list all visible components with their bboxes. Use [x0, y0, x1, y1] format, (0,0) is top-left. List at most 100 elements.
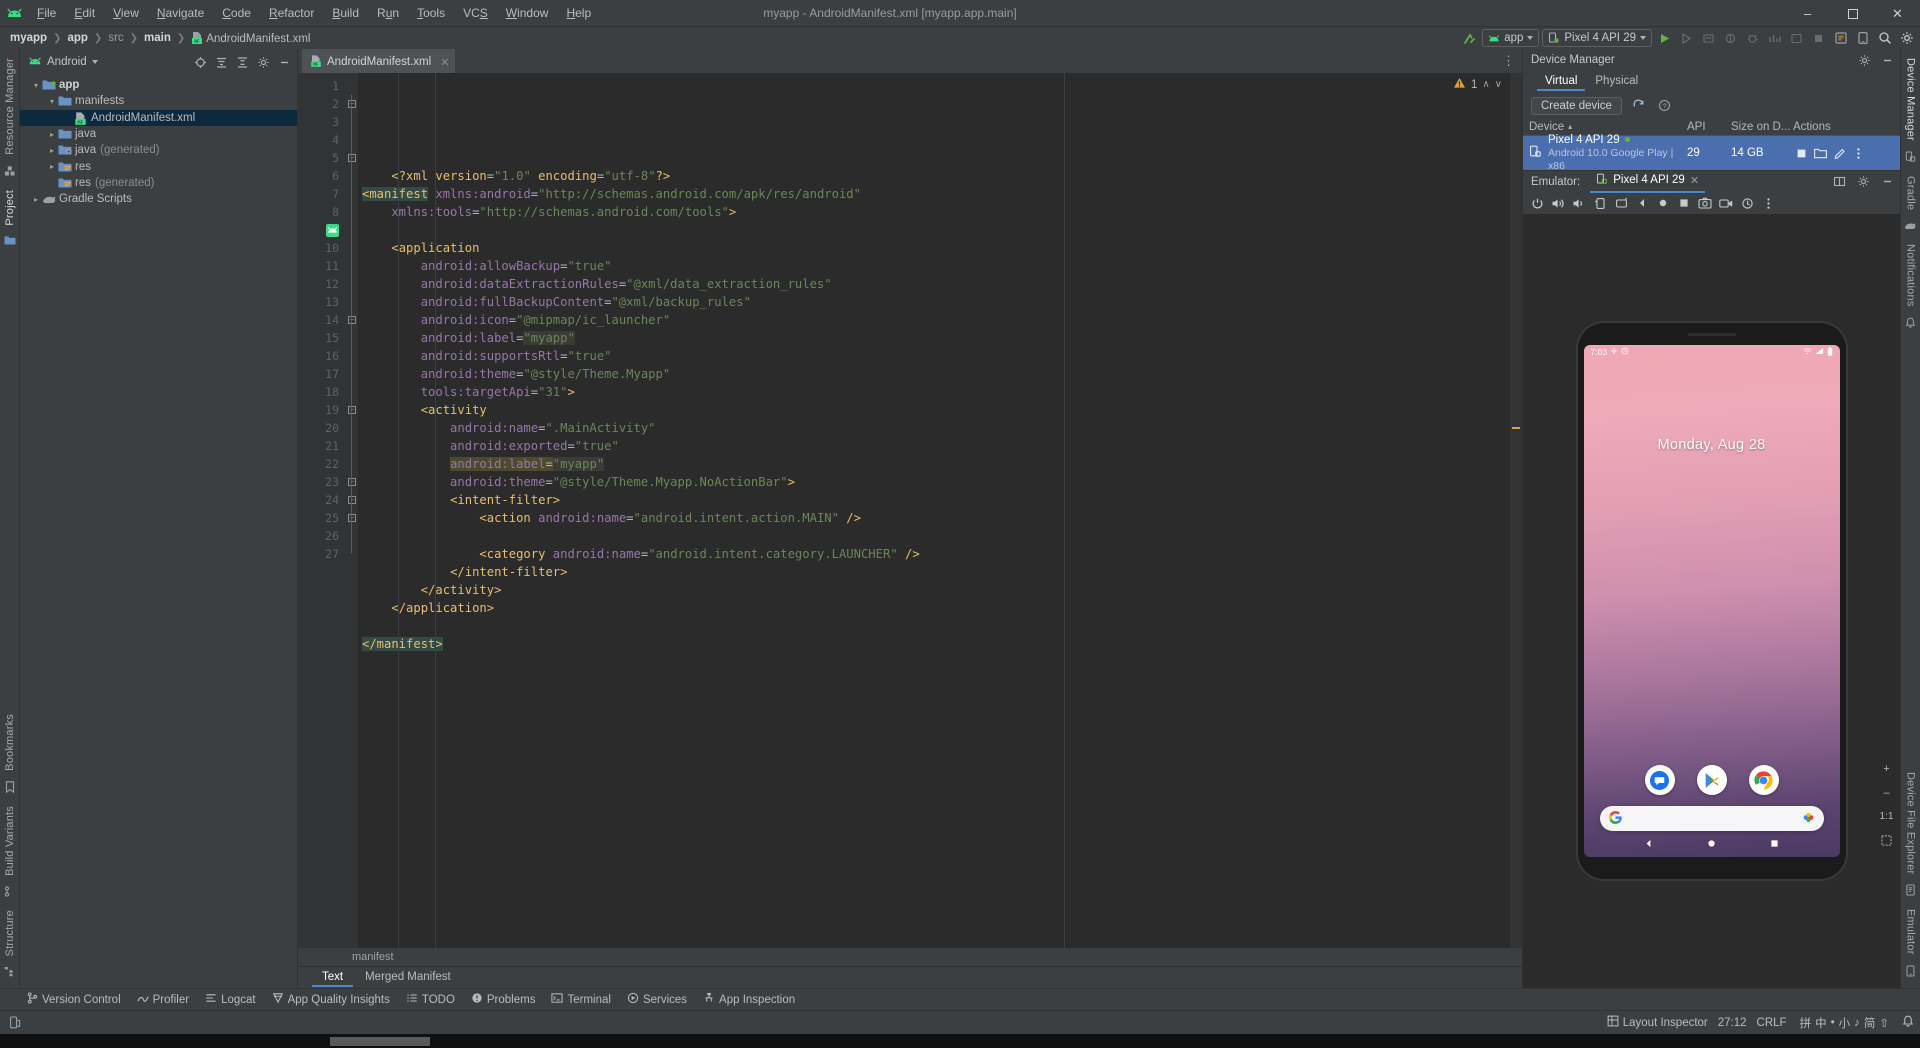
search-everywhere-icon[interactable] — [1875, 29, 1894, 48]
tab-virtual[interactable]: Virtual — [1537, 73, 1585, 91]
home-nav-icon[interactable] — [1706, 838, 1717, 852]
more-icon[interactable] — [1850, 145, 1867, 162]
chevron-right-icon[interactable]: ▸ — [46, 130, 58, 139]
inspection-widget[interactable]: 1 ∧ ∨ — [1453, 77, 1502, 92]
settings-icon[interactable] — [254, 53, 273, 72]
code-line[interactable]: xmlns:tools="http://schemas.android.com/… — [358, 203, 1522, 221]
fold-toggle-icon[interactable]: − — [348, 406, 356, 414]
editor-mode-tabs[interactable]: Text Merged Manifest — [298, 966, 1522, 988]
project-panel-actions[interactable] — [191, 53, 294, 72]
strip-project[interactable]: Project — [4, 185, 16, 231]
sdk-manager-icon[interactable] — [1831, 29, 1850, 48]
column-actions[interactable]: Actions — [1787, 121, 1900, 133]
tree-node-gradle-scripts[interactable]: ▸ Gradle Scripts — [20, 191, 297, 207]
menu-run[interactable]: Run — [368, 2, 408, 24]
volume-up-icon[interactable] — [1548, 193, 1568, 213]
fold-slot[interactable]: − — [346, 509, 358, 527]
column-api[interactable]: API — [1681, 121, 1725, 133]
strip-notifications[interactable]: Notifications — [1905, 239, 1917, 312]
code-line[interactable]: <manifest xmlns:android="http://schemas.… — [358, 185, 1522, 203]
code-line[interactable]: </manifest> — [358, 635, 1522, 653]
help-icon[interactable]: ? — [1655, 96, 1674, 115]
locate-icon[interactable] — [191, 53, 210, 72]
emulator-device-frame[interactable]: 7:03 — [1578, 323, 1846, 879]
window-controls[interactable]: – ✕ — [1785, 0, 1920, 27]
left-tool-strip[interactable]: Resource Manager Project Bookmarks Build… — [0, 49, 20, 988]
rotate-left-icon[interactable] — [1590, 193, 1610, 213]
chevron-down-icon[interactable]: ▾ — [30, 81, 42, 90]
emulator-stage[interactable]: 7:03 — [1523, 214, 1900, 988]
fold-toggle-icon[interactable]: − — [348, 100, 356, 108]
device-table[interactable]: Device ▴ API Size on D... Actions — [1523, 118, 1900, 170]
tree-node-java[interactable]: ▸ java — [20, 126, 297, 142]
emulator-header-actions[interactable] — [1830, 172, 1897, 191]
zoom-in-button[interactable]: + — [1879, 761, 1894, 776]
open-folder-icon[interactable] — [1812, 145, 1829, 162]
menu-help[interactable]: Help — [557, 2, 600, 24]
run-icon[interactable] — [1655, 29, 1674, 48]
device-cell[interactable]: Pixel 4 API 29 Android 10.0 Google Play … — [1523, 133, 1681, 174]
fold-toggle-icon[interactable]: − — [348, 514, 356, 522]
strip-device-manager[interactable]: Device Manager — [1905, 53, 1917, 146]
bottom-tab-terminal[interactable]: Terminal — [544, 990, 617, 1009]
settings-icon[interactable] — [1854, 172, 1873, 191]
main-toolbar[interactable]: app Pixel 4 API 29 — [1460, 27, 1916, 49]
close-icon[interactable]: ✕ — [440, 56, 449, 69]
maximize-button[interactable] — [1830, 0, 1875, 27]
minimize-button[interactable]: – — [1785, 0, 1830, 27]
menu-tools[interactable]: Tools — [408, 2, 454, 24]
editor-tab-androidmanifest[interactable]: MF AndroidManifest.xml ✕ — [302, 49, 455, 73]
menu-navigate[interactable]: Navigate — [148, 2, 213, 24]
back-nav-icon[interactable] — [1643, 838, 1654, 852]
tree-node-androidmanifest[interactable]: MF AndroidManifest.xml — [20, 110, 297, 126]
code-line[interactable]: <category android:name="android.intent.c… — [358, 545, 1522, 563]
play-store-app-icon[interactable] — [1697, 765, 1727, 795]
emulator-zoom-controls[interactable]: + – 1:1 — [1879, 761, 1894, 848]
app-dock[interactable] — [1584, 765, 1840, 795]
code-line[interactable]: <intent-filter> — [358, 491, 1522, 509]
emulator-screen[interactable]: 7:03 — [1584, 345, 1840, 857]
bottom-tab-app-inspection[interactable]: App Inspection — [696, 990, 802, 1009]
collapse-all-icon[interactable] — [233, 53, 252, 72]
android-nav-bar[interactable] — [1584, 833, 1840, 857]
column-device[interactable]: Device ▴ — [1523, 121, 1681, 133]
code-line[interactable]: android:allowBackup="true" — [358, 257, 1522, 275]
breadcrumb-myapp[interactable]: myapp — [6, 31, 51, 45]
ime-indicator[interactable]: 拼 中 • 小 ♪ 简 ⇧ — [1797, 1014, 1892, 1032]
next-problem-button[interactable]: ∨ — [1495, 79, 1502, 90]
code-line[interactable]: android:name=".MainActivity" — [358, 419, 1522, 437]
fold-slot[interactable]: − — [346, 311, 358, 329]
more-icon[interactable] — [1758, 193, 1778, 213]
code-folding-gutter[interactable]: −−−−−−− — [346, 73, 358, 948]
fold-slot[interactable]: − — [346, 401, 358, 419]
project-tree[interactable]: ▾ app ▾ manifests — [20, 75, 297, 988]
strip-resource-manager[interactable]: Resource Manager — [4, 53, 16, 160]
fold-slot[interactable]: − — [346, 473, 358, 491]
zoom-out-button[interactable]: – — [1879, 785, 1894, 800]
recents-nav-icon[interactable] — [1769, 838, 1780, 852]
menu-code[interactable]: Code — [213, 2, 260, 24]
chevron-down-icon[interactable] — [92, 60, 98, 64]
code-content[interactable]: <?xml version="1.0" encoding="utf-8"?><m… — [358, 73, 1522, 948]
tree-node-manifests[interactable]: ▾ manifests — [20, 93, 297, 109]
menu-edit[interactable]: Edit — [65, 2, 104, 24]
settings-icon[interactable] — [1897, 29, 1916, 48]
breadcrumb-main[interactable]: main — [140, 31, 175, 45]
bottom-tab-services[interactable]: Services — [620, 990, 694, 1009]
strip-structure[interactable]: Structure — [4, 905, 16, 961]
caret-position[interactable]: 27:12 — [1718, 1017, 1747, 1029]
stop-icon[interactable] — [1793, 145, 1810, 162]
code-line[interactable]: tools:targetApi="31"> — [358, 383, 1522, 401]
run-configuration-selector[interactable]: app — [1482, 29, 1539, 47]
volume-down-icon[interactable] — [1569, 193, 1589, 213]
emulator-toolbar[interactable] — [1523, 192, 1900, 214]
device-manager-tabs[interactable]: Virtual Physical — [1523, 71, 1900, 93]
device-manager-header-actions[interactable] — [1855, 51, 1897, 70]
close-button[interactable]: ✕ — [1875, 0, 1920, 27]
code-line[interactable]: </intent-filter> — [358, 563, 1522, 581]
breadcrumb-src[interactable]: src — [104, 31, 127, 45]
screenshot-icon[interactable] — [1695, 193, 1715, 213]
code-line[interactable]: android:icon="@mipmap/ic_launcher" — [358, 311, 1522, 329]
bottom-tab-version-control[interactable]: Version Control — [20, 990, 128, 1009]
error-stripe-scrollbar[interactable] — [1510, 73, 1522, 948]
